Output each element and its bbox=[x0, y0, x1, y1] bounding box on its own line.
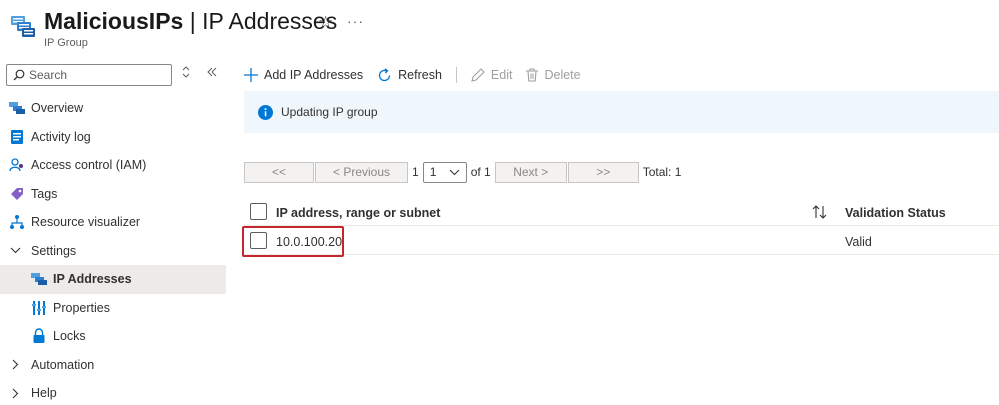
sidebar-item-label: Access control (IAM) bbox=[31, 158, 147, 173]
command-bar: Add IP Addresses Refresh Edit Delete bbox=[244, 64, 595, 86]
page-header: MaliciousIPs | IP Addresses ☆ ··· IP Gro… bbox=[0, 0, 999, 58]
visualizer-icon bbox=[9, 214, 25, 230]
chevron-right-icon bbox=[9, 388, 21, 399]
info-banner: Updating IP group bbox=[244, 91, 999, 133]
table-row[interactable]: 10.0.100.20 Valid bbox=[244, 227, 999, 255]
sidebar-item-settings[interactable]: Settings bbox=[0, 237, 226, 266]
sidebar-item-label: Help bbox=[31, 386, 57, 401]
page-name: IP Addresses bbox=[202, 8, 338, 34]
ip-group-icon bbox=[9, 100, 25, 116]
pencil-icon bbox=[471, 68, 485, 82]
sidebar-item-ip-addresses[interactable]: IP Addresses bbox=[0, 265, 226, 294]
chevron-right-icon bbox=[9, 359, 21, 370]
page-select[interactable]: 1 bbox=[422, 161, 467, 183]
sidebar-item-overview[interactable]: Overview bbox=[0, 94, 226, 123]
total-count: Total: 1 bbox=[642, 165, 682, 179]
refresh-label: Refresh bbox=[398, 68, 442, 82]
sidebar-item-access-control[interactable]: Access control (IAM) bbox=[0, 151, 226, 180]
lock-icon bbox=[31, 328, 47, 344]
title-separator: | bbox=[183, 8, 203, 34]
resource-name: MaliciousIPs bbox=[44, 8, 184, 34]
sidebar-item-tags[interactable]: Tags bbox=[0, 180, 226, 209]
refresh-icon bbox=[379, 67, 391, 81]
sidebar-item-label: Activity log bbox=[31, 129, 91, 144]
ip-group-icon bbox=[10, 14, 36, 38]
ip-address-cell: 10.0.100.20 bbox=[276, 235, 343, 249]
delete-label: Delete bbox=[544, 68, 581, 82]
sidebar-item-label: Locks bbox=[53, 329, 86, 344]
sidebar-item-label: Overview bbox=[31, 101, 84, 116]
sidebar-item-label: Properties bbox=[53, 300, 110, 315]
info-icon bbox=[258, 104, 273, 120]
next-page-button[interactable]: Next > bbox=[494, 161, 567, 183]
sidebar-item-activity-log[interactable]: Activity log bbox=[0, 123, 226, 152]
table-header: IP address, range or subnet Validation S… bbox=[244, 199, 999, 226]
delete-button[interactable]: Delete bbox=[526, 68, 581, 82]
pagination: << < Previous 1 1 of 1 Next > >> Total: … bbox=[244, 161, 685, 183]
column-header-ip[interactable]: IP address, range or subnet bbox=[276, 206, 440, 220]
chevron-down-icon bbox=[9, 247, 21, 254]
toolbar-divider bbox=[455, 67, 457, 83]
activity-log-icon bbox=[9, 129, 25, 145]
add-ip-addresses-button[interactable]: Add IP Addresses bbox=[244, 68, 363, 82]
people-icon bbox=[9, 157, 25, 173]
sidebar-item-help[interactable]: Help bbox=[0, 379, 226, 405]
validation-status-cell: Valid bbox=[845, 235, 872, 249]
sidebar-item-label: Tags bbox=[31, 186, 58, 201]
sidebar-search[interactable] bbox=[6, 64, 172, 86]
sidebar-item-label: IP Addresses bbox=[53, 272, 132, 287]
row-checkbox[interactable] bbox=[250, 232, 267, 249]
chevron-down-icon bbox=[449, 169, 460, 175]
page-count: of 1 bbox=[470, 165, 491, 179]
sidebar-item-label: Automation bbox=[31, 357, 95, 372]
sidebar-item-properties[interactable]: Properties bbox=[0, 294, 226, 323]
last-page-button[interactable]: >> bbox=[567, 161, 639, 183]
select-all-checkbox[interactable] bbox=[250, 203, 267, 220]
sidebar-item-label: Settings bbox=[31, 243, 77, 258]
trash-icon bbox=[526, 68, 539, 82]
edit-button[interactable]: Edit bbox=[471, 68, 513, 82]
plus-icon bbox=[244, 68, 258, 82]
more-options-icon[interactable]: ··· bbox=[347, 13, 364, 29]
star-icon[interactable]: ☆ bbox=[318, 13, 333, 33]
page-select-value: 1 bbox=[429, 165, 437, 179]
sort-icon[interactable] bbox=[812, 205, 828, 222]
first-page-button[interactable]: << bbox=[244, 161, 314, 183]
sidebar-item-resource-visualizer[interactable]: Resource visualizer bbox=[0, 208, 226, 237]
resource-type: IP Group bbox=[44, 37, 88, 49]
add-ip-addresses-label: Add IP Addresses bbox=[264, 68, 364, 82]
sidebar-item-label: Resource visualizer bbox=[31, 215, 141, 230]
properties-icon bbox=[31, 300, 47, 316]
current-page-number: 1 bbox=[412, 165, 419, 179]
search-input[interactable] bbox=[29, 68, 169, 82]
sidebar-item-locks[interactable]: Locks bbox=[0, 322, 226, 351]
banner-message: Updating IP group bbox=[281, 105, 378, 119]
sidebar-item-automation[interactable]: Automation bbox=[0, 351, 226, 380]
ip-group-icon bbox=[31, 271, 47, 287]
column-header-validation-status[interactable]: Validation Status bbox=[845, 206, 946, 220]
edit-label: Edit bbox=[490, 68, 513, 82]
tag-icon bbox=[9, 186, 25, 202]
page-title: MaliciousIPs | IP Addresses bbox=[44, 8, 337, 35]
previous-page-button[interactable]: < Previous bbox=[315, 161, 408, 183]
collapse-sidebar-icon[interactable] bbox=[207, 66, 217, 81]
expand-collapse-icon[interactable] bbox=[182, 66, 190, 81]
sidebar-nav: Overview Activity log Access control (IA… bbox=[0, 94, 226, 405]
refresh-button[interactable]: Refresh bbox=[377, 67, 442, 83]
search-icon bbox=[13, 69, 25, 81]
